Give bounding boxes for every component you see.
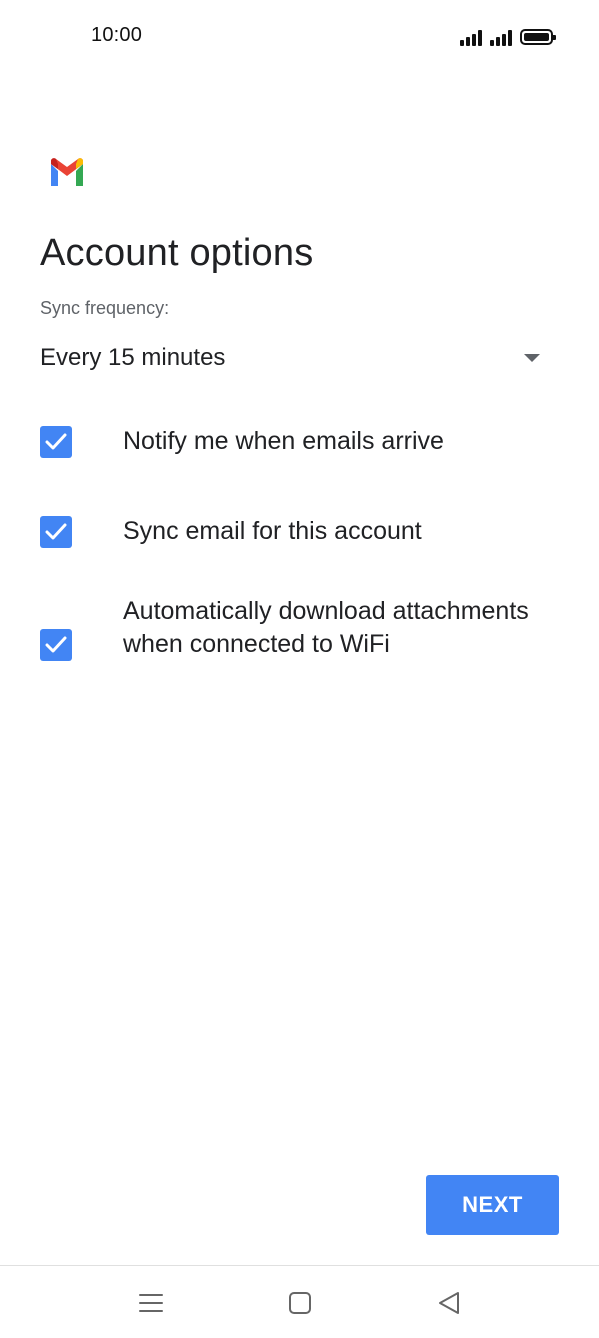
- sync-frequency-dropdown[interactable]: Every 15 minutes: [40, 336, 560, 382]
- option-notify-emails[interactable]: Notify me when emails arrive: [40, 424, 560, 460]
- status-time: 10:00: [91, 24, 143, 46]
- checkbox-sync-email[interactable]: [40, 516, 72, 548]
- system-nav-bar: [0, 1266, 599, 1338]
- sync-frequency-value: Every 15 minutes: [40, 344, 226, 371]
- checkbox-notify-emails[interactable]: [40, 426, 72, 458]
- option-label: Notify me when emails arrive: [123, 427, 444, 455]
- status-bar: 10:00: [0, 0, 599, 70]
- home-icon[interactable]: [285, 1288, 315, 1318]
- menu-icon[interactable]: [136, 1288, 166, 1318]
- checkmark-icon: [45, 636, 67, 653]
- battery-icon: [520, 29, 556, 45]
- sync-frequency-label: Sync frequency:: [40, 298, 170, 318]
- back-icon[interactable]: [434, 1288, 464, 1318]
- status-icons: [460, 24, 556, 46]
- option-auto-download[interactable]: Automatically download attachments when …: [40, 595, 560, 695]
- checkbox-auto-download[interactable]: [40, 629, 72, 661]
- option-sync-email[interactable]: Sync email for this account: [40, 514, 560, 550]
- gmail-logo-icon: [48, 158, 86, 188]
- signal-icon: [490, 28, 512, 46]
- option-label: Automatically download attachments when …: [123, 597, 529, 658]
- dropdown-arrow-icon: [524, 354, 540, 362]
- next-button[interactable]: NEXT: [426, 1175, 559, 1235]
- checkmark-icon: [45, 433, 67, 450]
- checkmark-icon: [45, 523, 67, 540]
- signal-icon: [460, 28, 482, 46]
- option-label: Sync email for this account: [123, 517, 422, 545]
- page-title: Account options: [40, 232, 314, 274]
